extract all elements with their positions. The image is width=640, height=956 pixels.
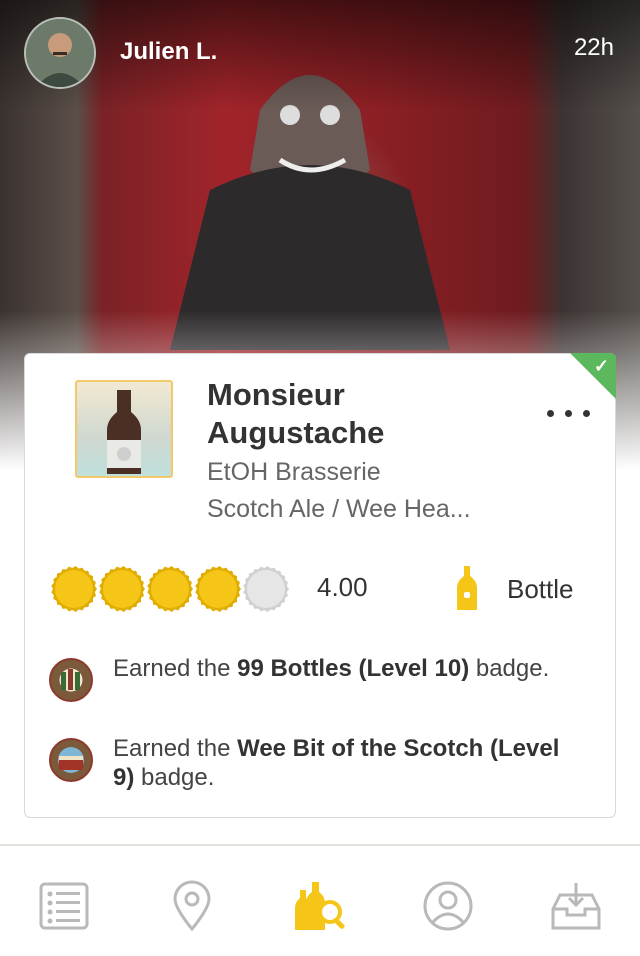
user-icon <box>423 881 473 931</box>
bottle-label-art <box>107 390 141 474</box>
badge-wee-bit-scotch-icon <box>49 738 93 782</box>
activity-tab[interactable] <box>36 878 92 934</box>
rating-cap-empty <box>243 566 289 612</box>
rating-cap-filled <box>51 566 97 612</box>
brewery-name[interactable]: EtOH Brasserie <box>207 458 381 487</box>
rating-cap-filled <box>99 566 145 612</box>
checkin-card: ✓ Monsieur Augustache EtOH Brasserie Sco… <box>24 353 616 818</box>
bottle-icon <box>457 566 477 610</box>
rating-value: 4.00 <box>317 572 368 602</box>
beer-style: Scotch Ale / Wee Hea... <box>207 495 471 523</box>
more-dots-icon[interactable] <box>547 398 591 428</box>
inbox-icon <box>551 883 601 930</box>
avatar-portrait <box>26 19 94 87</box>
list-icon <box>39 882 89 930</box>
inbox-tab[interactable] <box>548 878 604 934</box>
badge-text: Earned the Wee Bit of the Scotch (Level … <box>113 735 560 791</box>
rating-cap-filled <box>195 566 241 612</box>
username[interactable]: Julien L. <box>120 38 217 66</box>
check-icon: ✓ <box>593 356 609 376</box>
timestamp: 22h <box>573 34 614 61</box>
user-avatar[interactable] <box>24 17 96 89</box>
profile-tab[interactable] <box>420 878 476 934</box>
beer-search-tab[interactable] <box>292 878 348 934</box>
badge-99-bottles-icon <box>49 658 93 702</box>
serving-type: Bottle <box>507 574 574 604</box>
location-pin-icon <box>173 880 211 932</box>
beer-label-image[interactable] <box>75 380 173 478</box>
bottom-tab-bar <box>0 844 640 956</box>
beer-search-icon <box>295 882 345 930</box>
top-gradient <box>0 0 640 110</box>
beer-name[interactable]: Monsieur Augustache <box>207 376 527 452</box>
nearby-tab[interactable] <box>164 878 220 934</box>
badge-name: 99 Bottles (Level 10) <box>237 655 470 682</box>
rating-caps <box>51 566 291 612</box>
rating-cap-filled <box>147 566 193 612</box>
badge-text: Earned the 99 Bottles (Level 10) badge. <box>113 655 550 682</box>
